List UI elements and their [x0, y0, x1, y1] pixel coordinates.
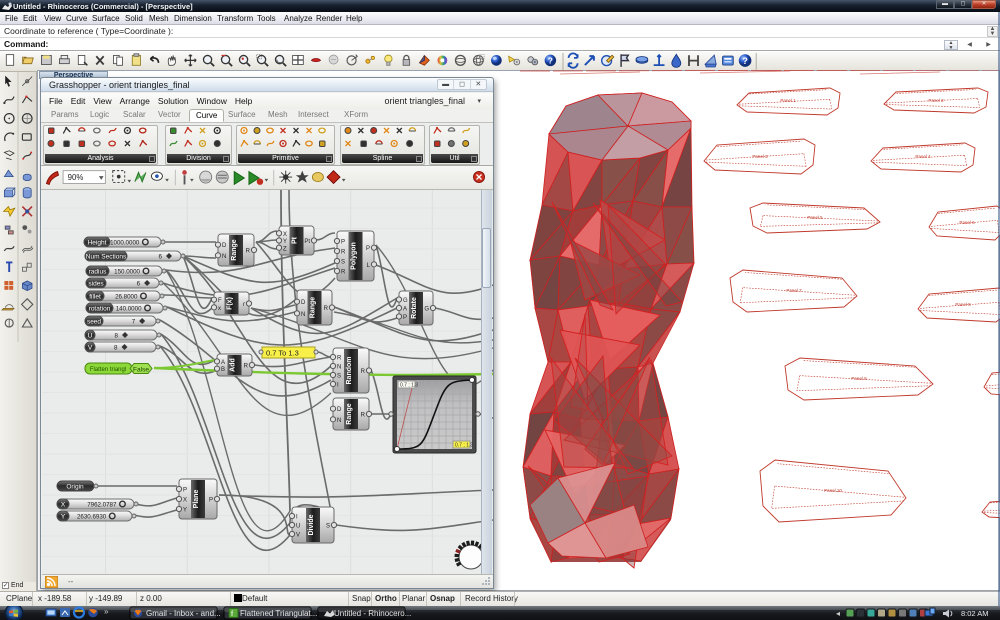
svg-text:False: False — [133, 367, 149, 374]
svg-text:Num Sections: Num Sections — [86, 254, 127, 261]
svg-text:P: P — [366, 246, 370, 252]
svg-text:R: R — [246, 249, 251, 255]
svg-text:Panel 2: Panel 2 — [928, 98, 944, 103]
svg-text:R: R — [341, 270, 346, 276]
svg-text:R: R — [244, 364, 249, 370]
svg-text:150.0000: 150.0000 — [114, 269, 140, 276]
svg-text:A: A — [221, 360, 225, 366]
svg-text:Divide: Divide — [308, 514, 315, 535]
svg-text:X: X — [61, 502, 66, 509]
svg-text:Panel 6: Panel 6 — [959, 220, 975, 225]
svg-text:Range: Range — [231, 239, 238, 261]
svg-text:Flattened Triangulat...: Flattened Triangulat... — [240, 609, 317, 618]
svg-text:Panel 8: Panel 8 — [955, 302, 971, 307]
svg-text:Origin: Origin — [66, 484, 84, 491]
svg-text:S: S — [341, 260, 345, 266]
svg-text:Panel 10: Panel 10 — [824, 488, 842, 493]
svg-text:Random: Random — [346, 357, 353, 385]
svg-text:Range: Range — [346, 403, 353, 425]
svg-text:Y: Y — [61, 514, 66, 521]
svg-text:Panel 7: Panel 7 — [786, 288, 802, 293]
svg-text:8: 8 — [115, 333, 119, 340]
svg-text:U: U — [88, 333, 93, 340]
svg-text:Polygon: Polygon — [351, 242, 358, 270]
svg-text:R: R — [361, 413, 366, 419]
svg-text:2630.6930: 2630.6930 — [77, 514, 107, 521]
svg-text:R: R — [337, 356, 342, 362]
svg-text:6: 6 — [137, 281, 141, 288]
svg-text:0.7 ; 1.3: 0.7 ; 1.3 — [455, 443, 473, 449]
svg-text:Y: Y — [183, 508, 187, 514]
svg-text:Panel 4: Panel 4 — [915, 154, 931, 159]
svg-text:R: R — [341, 250, 346, 256]
svg-text:seed: seed — [87, 319, 101, 326]
svg-text:»: » — [104, 607, 109, 616]
svg-text:Flatten triangl: Flatten triangl — [90, 367, 126, 373]
svg-text:7962.0787: 7962.0787 — [87, 502, 117, 509]
svg-text:X: X — [183, 498, 187, 504]
svg-text:P: P — [341, 240, 345, 246]
svg-text:x: x — [218, 306, 221, 312]
svg-text:Panel 5: Panel 5 — [807, 215, 823, 220]
svg-text:0.7 To 1.3: 0.7 To 1.3 — [266, 349, 299, 358]
svg-text:90%: 90% — [68, 173, 84, 182]
svg-text:B: B — [221, 367, 225, 373]
svg-text:Add: Add — [230, 358, 237, 372]
svg-text:7: 7 — [132, 319, 136, 326]
svg-text:sides: sides — [88, 281, 104, 288]
svg-text:8:02 AM: 8:02 AM — [961, 609, 989, 618]
svg-text:P: P — [403, 315, 407, 321]
svg-text:Range: Range — [310, 297, 317, 319]
svg-text:Pt: Pt — [304, 239, 310, 245]
svg-text:V: V — [296, 533, 300, 539]
svg-text:D: D — [337, 407, 342, 413]
svg-text:F: F — [218, 298, 222, 304]
svg-text:rotation: rotation — [89, 306, 111, 313]
svg-text:radius: radius — [89, 269, 107, 276]
svg-text:Gmail - Inbox - and...: Gmail - Inbox - and... — [146, 609, 221, 618]
svg-text:S: S — [337, 374, 341, 380]
svg-text:fillet: fillet — [89, 294, 101, 301]
svg-text:Y: Y — [283, 239, 287, 245]
svg-text:S: S — [326, 524, 330, 530]
svg-text:?: ? — [548, 56, 553, 65]
svg-text:8: 8 — [114, 345, 118, 352]
svg-text:X: X — [283, 232, 287, 238]
svg-text:r: r — [243, 302, 245, 308]
svg-text:U: U — [296, 524, 300, 530]
svg-text:P: P — [183, 488, 187, 494]
svg-text:G: G — [403, 298, 408, 304]
svg-text:F(x): F(x) — [227, 297, 234, 310]
svg-text:N: N — [301, 312, 305, 318]
svg-text:◂: ◂ — [836, 609, 840, 618]
svg-text:Rotate: Rotate — [411, 297, 418, 319]
svg-text:N: N — [337, 365, 341, 371]
svg-text:D: D — [222, 243, 227, 249]
svg-text:G: G — [424, 307, 429, 313]
svg-text:Panel 3: Panel 3 — [752, 154, 768, 159]
svg-text:6: 6 — [159, 254, 163, 261]
svg-text:1000.0000: 1000.0000 — [110, 240, 140, 247]
svg-text:Plane: Plane — [193, 490, 200, 509]
svg-text:R: R — [361, 369, 366, 375]
svg-text:N: N — [222, 254, 226, 260]
svg-text:R: R — [324, 306, 329, 312]
svg-text:140.0000: 140.0000 — [116, 306, 142, 313]
svg-text:N: N — [337, 418, 341, 424]
svg-text:A: A — [403, 307, 407, 313]
svg-text:Panel 9: Panel 9 — [851, 376, 867, 381]
svg-text:0.7 ; 1.3: 0.7 ; 1.3 — [400, 383, 418, 389]
svg-text:P: P — [209, 498, 213, 504]
svg-text:Z: Z — [283, 246, 287, 252]
svg-text:Pt: Pt — [292, 236, 299, 244]
svg-text:D: D — [301, 300, 306, 306]
svg-text:?: ? — [742, 56, 748, 66]
svg-text:Panel 1: Panel 1 — [780, 98, 796, 103]
svg-text:Height: Height — [88, 240, 107, 247]
svg-text:V: V — [88, 345, 93, 352]
svg-text:Untitled - Rhinocero...: Untitled - Rhinocero... — [334, 609, 411, 618]
svg-text:26.8000: 26.8000 — [115, 294, 138, 301]
